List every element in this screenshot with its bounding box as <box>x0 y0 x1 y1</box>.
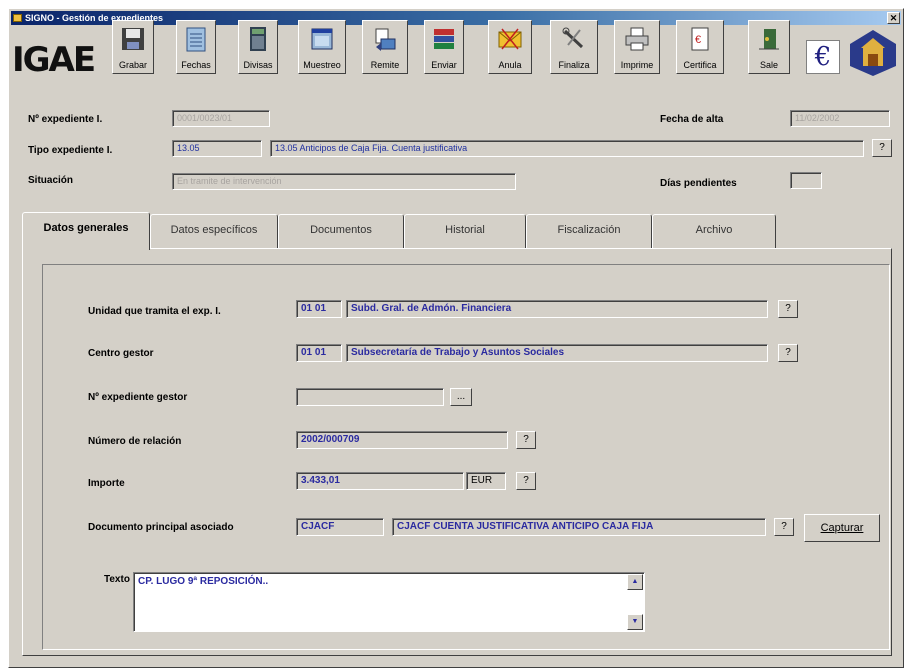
exp-gestor-field[interactable] <box>296 388 444 406</box>
floppy-icon <box>122 28 144 50</box>
relacion-label: Número de relación <box>88 436 182 447</box>
tab-archivo[interactable]: Archivo <box>652 214 776 248</box>
books-icon <box>434 29 454 49</box>
relacion-lookup-button[interactable]: ? <box>516 431 536 449</box>
expediente-label: Nº expediente I. <box>28 114 103 125</box>
dias-field[interactable] <box>790 172 822 189</box>
fechas-label: Fechas <box>181 60 211 70</box>
exit-icon <box>759 29 779 50</box>
anula-button[interactable]: Anula <box>488 20 532 74</box>
importe-lookup-button[interactable]: ? <box>516 472 536 490</box>
app-icon <box>13 14 22 22</box>
centro-desc-field[interactable]: Subsecretaría de Trabajo y Asuntos Socia… <box>346 344 768 362</box>
relacion-field[interactable]: 2002/000709 <box>296 431 508 449</box>
tipo-lookup-button[interactable]: ? <box>872 139 892 157</box>
imprime-button[interactable]: Imprime <box>614 20 660 74</box>
texto-label: Texto <box>104 574 130 585</box>
muestreo-button[interactable]: Muestreo <box>298 20 346 74</box>
exp-gestor-button[interactable]: ... <box>450 388 472 406</box>
unidad-code-field[interactable]: 01 01 <box>296 300 342 318</box>
divisas-label: Divisas <box>243 60 273 70</box>
divisas-button[interactable]: Divisas <box>238 20 278 74</box>
doc-label: Documento principal asociado <box>88 522 234 533</box>
texto-field[interactable]: CP. LUGO 9ª REPOSICIÓN.. ▲ ▼ <box>133 572 645 632</box>
unidad-desc-field[interactable]: Subd. Gral. de Admón. Financiera <box>346 300 768 318</box>
situacion-label: Situación <box>28 175 74 186</box>
fecha-alta-label: Fecha de alta <box>660 114 724 125</box>
grabar-button[interactable]: Grabar <box>112 20 154 74</box>
tab-datos-especificos[interactable]: Datos específicos <box>150 214 278 248</box>
certifica-button[interactable]: € Certifica <box>676 20 724 74</box>
doc-code-field[interactable]: CJACF <box>296 518 384 536</box>
imprime-label: Imprime <box>620 60 654 70</box>
scroll-down-button[interactable]: ▼ <box>627 614 643 630</box>
calendar-icon <box>186 27 206 52</box>
certificate-icon: € <box>691 27 709 51</box>
dias-label: Días pendientes <box>660 178 737 189</box>
grabar-label: Grabar <box>118 60 147 70</box>
tipo-code-field[interactable]: 13.05 <box>172 140 262 157</box>
envelope-icon <box>498 28 522 50</box>
tipo-label: Tipo expediente I. <box>28 145 113 156</box>
enviar-button[interactable]: Enviar <box>424 20 464 74</box>
remite-label: Remite <box>370 60 400 70</box>
tab-historial[interactable]: Historial <box>404 214 526 248</box>
centro-code-field[interactable]: 01 01 <box>296 344 342 362</box>
expediente-field[interactable]: 0001/0023/01 <box>172 110 270 127</box>
remit-icon <box>375 28 396 51</box>
tab-datos-generales[interactable]: Datos generales <box>22 212 150 250</box>
unidad-lookup-button[interactable]: ? <box>778 300 798 318</box>
situacion-field[interactable]: En tramite de intervención <box>172 173 516 190</box>
tools-icon <box>562 27 584 49</box>
capturar-button[interactable]: Capturar <box>804 514 880 542</box>
sale-button[interactable]: Sale <box>748 20 790 74</box>
svg-text:€: € <box>695 34 701 46</box>
igae-logo: IGAE <box>12 40 96 80</box>
importe-label: Importe <box>88 478 125 489</box>
importe-field[interactable]: 3.433,01 <box>296 472 464 490</box>
doc-lookup-button[interactable]: ? <box>774 518 794 536</box>
close-button[interactable]: ✕ <box>887 12 900 24</box>
finaliza-button[interactable]: Finaliza <box>550 20 598 74</box>
enviar-label: Enviar <box>431 60 457 70</box>
currency-field[interactable]: EUR <box>466 472 506 490</box>
texto-value: CP. LUGO 9ª REPOSICIÓN.. <box>138 576 269 587</box>
finaliza-label: Finaliza <box>558 60 590 70</box>
anula-label: Anula <box>498 60 522 70</box>
doc-desc-field[interactable]: CJACF CUENTA JUSTIFICATIVA ANTICIPO CAJA… <box>392 518 766 536</box>
window-icon <box>311 28 333 50</box>
remite-button[interactable]: Remite <box>362 20 408 74</box>
unidad-label: Unidad que tramita el exp. I. <box>88 306 221 317</box>
euro-icon: € <box>806 40 840 74</box>
centro-lookup-button[interactable]: ? <box>778 344 798 362</box>
sale-label: Sale <box>759 60 778 70</box>
calculator-icon <box>250 27 266 51</box>
emblem-icon <box>850 30 896 76</box>
printer-icon <box>625 27 649 51</box>
tipo-desc-field[interactable]: 13.05 Anticipos de Caja Fija. Cuenta jus… <box>270 140 864 157</box>
scroll-up-button[interactable]: ▲ <box>627 574 643 590</box>
tab-fiscalizacion[interactable]: Fiscalización <box>526 214 652 248</box>
tab-documentos[interactable]: Documentos <box>278 214 404 248</box>
centro-label: Centro gestor <box>88 348 154 359</box>
certifica-label: Certifica <box>683 60 717 70</box>
fecha-alta-field[interactable]: 11/02/2002 <box>790 110 890 127</box>
muestreo-label: Muestreo <box>303 60 341 70</box>
exp-gestor-label: Nº expediente gestor <box>88 392 188 403</box>
fechas-button[interactable]: Fechas <box>176 20 216 74</box>
